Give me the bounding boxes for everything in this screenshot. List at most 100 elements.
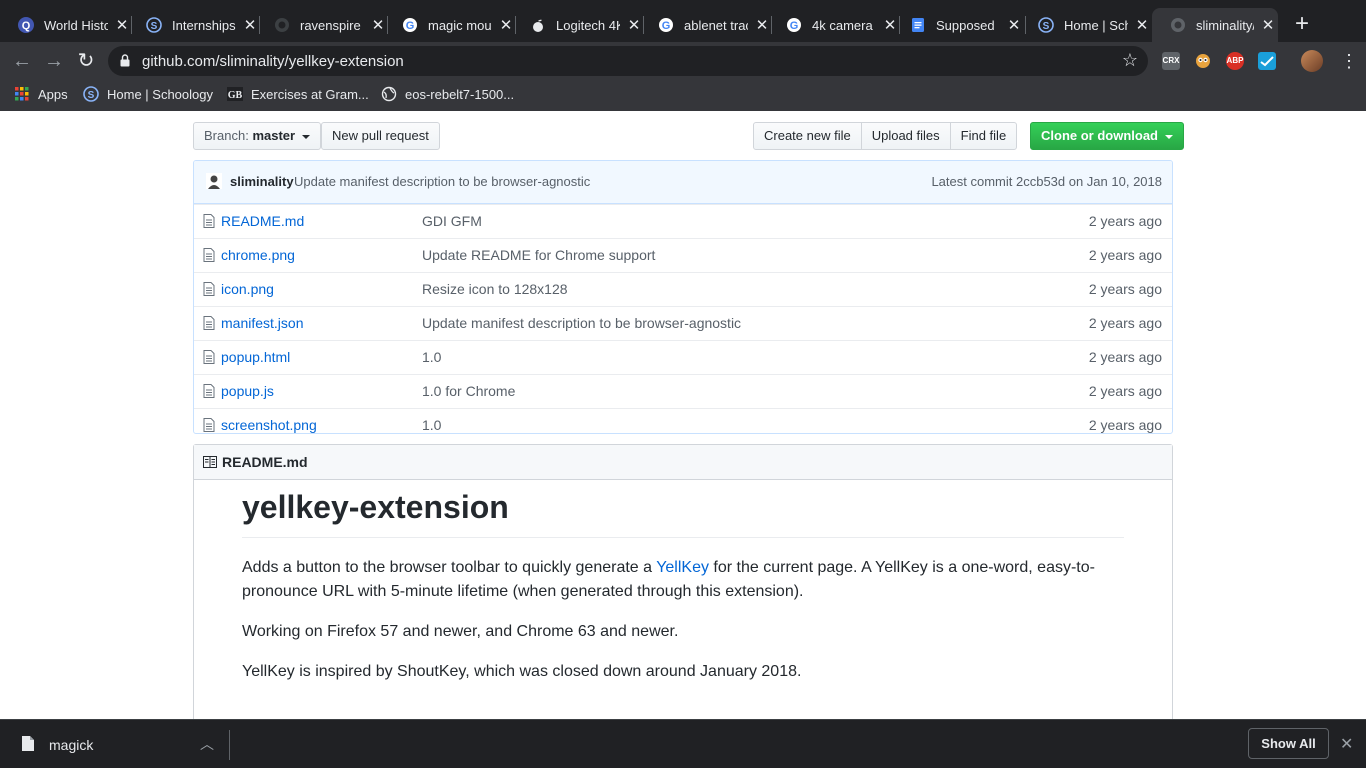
svg-text:G: G [662, 20, 671, 32]
back-arrow-icon[interactable]: ← [11, 50, 33, 72]
forward-arrow-icon[interactable]: → [43, 50, 65, 72]
schoology-icon: S [83, 86, 99, 102]
file-commit-message[interactable]: Update README for Chrome support [422, 247, 655, 263]
clone-or-download-button[interactable]: Clone or download [1030, 122, 1184, 150]
tab-title: Supposed [936, 17, 995, 33]
commit-author-link[interactable]: sliminality [230, 174, 294, 189]
browser-toolbar: ← → ↻ github.com/sliminality/yellkey-ext… [0, 42, 1366, 80]
owl-extension-icon[interactable] [1194, 52, 1212, 70]
file-age: 2 years ago [1088, 349, 1162, 365]
readme-text: Adds a button to the browser toolbar to … [242, 559, 657, 576]
file-commit-message[interactable]: 1.0 [422, 417, 441, 433]
readme-paragraph: YellKey is inspired by ShoutKey, which w… [242, 663, 802, 680]
book-icon [203, 455, 217, 473]
tab-home-schoology[interactable]: S Home | Schoology ✕ [1020, 8, 1150, 42]
crx-extension-icon[interactable]: CRX [1162, 52, 1180, 70]
svg-text:S: S [151, 21, 158, 32]
more-menu-icon[interactable]: ⋮ [1340, 50, 1358, 72]
tab-title: magic mouse [428, 17, 492, 33]
inbox-extension-icon[interactable] [1258, 52, 1276, 70]
file-icon [203, 248, 215, 265]
github-icon [274, 17, 290, 33]
close-icon[interactable]: ✕ [1134, 17, 1150, 34]
file-name-link[interactable]: icon.png [221, 281, 274, 297]
tab-internships[interactable]: S Internships ✕ [128, 8, 258, 42]
tab-logitech[interactable]: Logitech 4K ✕ [512, 8, 642, 42]
file-name-link[interactable]: chrome.png [221, 247, 295, 263]
chevron-up-icon[interactable]: ︿ [200, 734, 214, 754]
tab-title: ravenspire [300, 17, 361, 33]
branch-name: master [252, 128, 296, 143]
file-list: sliminality Update manifest description … [193, 160, 1173, 434]
bookmark-star-icon[interactable]: ☆ [1122, 50, 1138, 71]
address-bar[interactable]: github.com/sliminality/yellkey-extension… [108, 46, 1148, 76]
docs-icon [910, 17, 926, 33]
tab-supposed[interactable]: Supposed ✕ [892, 8, 1022, 42]
close-icon[interactable]: ✕ [1260, 17, 1276, 34]
tab-world-history[interactable]: Q World History ✕ [0, 8, 130, 42]
svg-text:G: G [406, 20, 415, 32]
new-tab-button[interactable]: + [1290, 12, 1314, 37]
file-row: screenshot.png 1.0 2 years ago [194, 408, 1172, 433]
commit-message-link[interactable]: Update manifest description to be browse… [294, 174, 590, 189]
file-name-link[interactable]: popup.html [221, 349, 290, 365]
tab-title: 4k camera [812, 17, 873, 33]
tab-magic-mouse[interactable]: G magic mouse ✕ [384, 8, 514, 42]
new-pull-request-button[interactable]: New pull request [321, 122, 440, 150]
file-age: 2 years ago [1088, 315, 1162, 331]
yellkey-link[interactable]: YellKey [656, 559, 709, 576]
tab-title: Internships [172, 17, 236, 33]
tab-title: Logitech 4K [556, 17, 620, 33]
tab-ravenspire[interactable]: ravenspire ✕ [256, 8, 386, 42]
profile-avatar[interactable] [1301, 50, 1323, 72]
create-new-file-button[interactable]: Create new file [753, 122, 862, 150]
google-icon: G [658, 17, 674, 33]
download-item[interactable]: magick ︿ [0, 720, 230, 768]
tab-yellkey-active[interactable]: sliminality/yellkey ✕ [1152, 8, 1278, 42]
url-text: github.com/sliminality/yellkey-extension [142, 53, 404, 70]
bookmark-label: Home | Schoology [107, 86, 213, 102]
google-icon: G [786, 17, 802, 33]
file-row: manifest.json Update manifest descriptio… [194, 306, 1172, 340]
bookmark-home-schoology[interactable]: S Home | Schoology [83, 86, 213, 102]
file-commit-message[interactable]: Resize icon to 128x128 [422, 281, 568, 297]
readme-panel: README.md yellkey-extension Adds a butto… [193, 444, 1173, 719]
show-all-button[interactable]: Show All [1248, 728, 1329, 759]
readme-content: yellkey-extension Adds a button to the b… [242, 487, 1124, 684]
globe-icon [381, 86, 397, 102]
latest-commit-summary[interactable]: Latest commit 2ccb53d on Jan 10, 2018 [931, 174, 1162, 189]
file-commit-message[interactable]: GDI GFM [422, 213, 482, 229]
find-file-button[interactable]: Find file [949, 122, 1018, 150]
close-icon[interactable]: ✕ [1340, 734, 1353, 754]
file-age: 2 years ago [1088, 383, 1162, 399]
file-commit-message[interactable]: 1.0 [422, 349, 441, 365]
tab-4k-camera[interactable]: G 4k camera ✕ [768, 8, 898, 42]
tab-title: sliminality/yellkey [1196, 17, 1254, 33]
bookmark-eos-rebel[interactable]: eos-rebelt7-1500... [381, 86, 514, 102]
file-row: README.md GDI GFM 2 years ago [194, 204, 1172, 238]
file-commit-message[interactable]: Update manifest description to be browse… [422, 315, 741, 331]
file-commit-message[interactable]: 1.0 for Chrome [422, 383, 515, 399]
file-row: icon.png Resize icon to 128x128 2 years … [194, 272, 1172, 306]
shelf-divider [229, 730, 230, 760]
tab-ablenet[interactable]: G ablenet tracker ✕ [640, 8, 770, 42]
reload-icon[interactable]: ↻ [75, 50, 97, 72]
file-age: 2 years ago [1088, 213, 1162, 229]
file-name-link[interactable]: popup.js [221, 383, 274, 399]
apple-icon [530, 17, 546, 33]
tab-title: World History [44, 17, 108, 33]
author-avatar[interactable] [206, 173, 222, 189]
bookmark-exercises[interactable]: GB Exercises at Gram... [227, 86, 369, 102]
bookmark-apps[interactable]: Apps [14, 86, 68, 102]
clone-label: Clone or download [1041, 128, 1158, 143]
adblock-extension-icon[interactable]: ABP [1226, 52, 1244, 70]
file-name-link[interactable]: screenshot.png [221, 417, 317, 433]
bookmarks-bar: Apps S Home | Schoology GB Exercises at … [0, 80, 1366, 111]
branch-select-button[interactable]: Branch: master [193, 122, 321, 150]
upload-files-button[interactable]: Upload files [860, 122, 951, 150]
file-icon [203, 418, 215, 433]
bookmark-label: Apps [38, 86, 68, 102]
file-row: popup.js 1.0 for Chrome 2 years ago [194, 374, 1172, 408]
file-name-link[interactable]: manifest.json [221, 315, 303, 331]
file-name-link[interactable]: README.md [221, 213, 304, 229]
